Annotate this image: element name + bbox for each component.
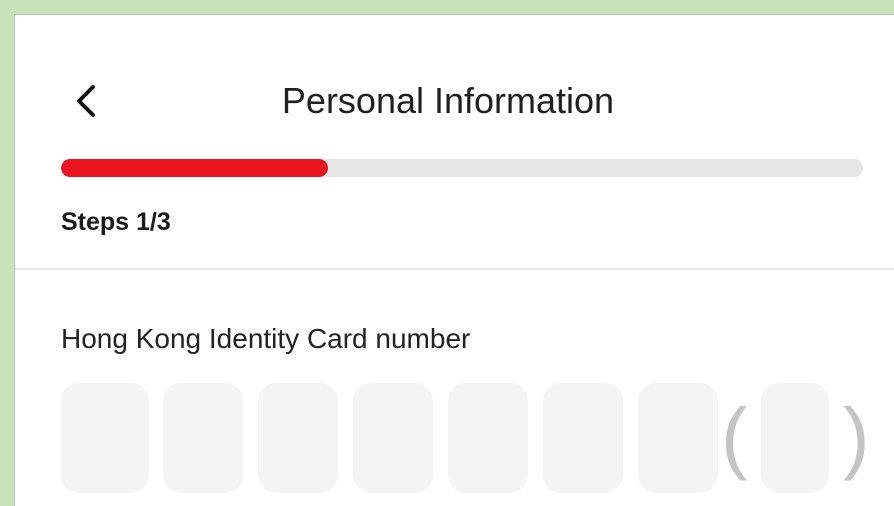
hkid-digit-6[interactable]: [543, 383, 623, 493]
steps-label: Steps 1/3: [61, 208, 171, 236]
hkid-digit-4[interactable]: [353, 383, 433, 493]
hkid-digit-2[interactable]: [163, 383, 243, 493]
close-parenthesis: ): [843, 392, 870, 481]
personal-info-screen: Personal Information Steps 1/3 Hong Kong…: [14, 14, 894, 506]
page-title: Personal Information: [281, 80, 615, 121]
open-parenthesis: (: [721, 392, 748, 481]
progress-bar: [61, 159, 863, 177]
hkid-digit-7[interactable]: [638, 383, 718, 493]
hkid-digit-3[interactable]: [258, 383, 338, 493]
hkid-check-digit[interactable]: [761, 383, 829, 493]
hkid-label: Hong Kong Identity Card number: [61, 323, 471, 354]
progress-fill: [61, 159, 329, 177]
hkid-digit-5[interactable]: [448, 383, 528, 493]
divider: [15, 268, 894, 270]
hkid-digit-1[interactable]: [61, 383, 149, 493]
